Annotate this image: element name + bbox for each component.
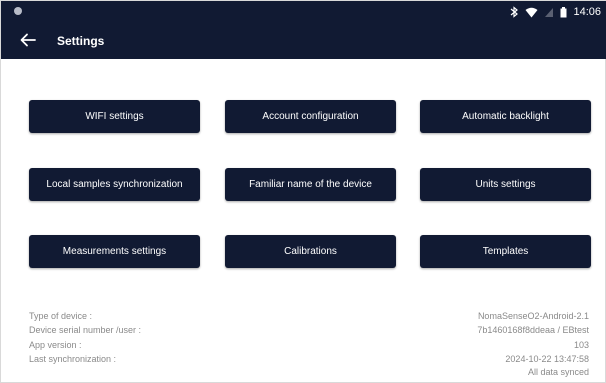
app-dot-icon bbox=[14, 7, 22, 15]
templates-button[interactable]: Templates bbox=[420, 235, 591, 268]
wifi-settings-button[interactable]: WIFI settings bbox=[29, 100, 200, 133]
button-label: Familiar name of the device bbox=[249, 179, 372, 190]
button-label: Calibrations bbox=[284, 246, 337, 257]
signal-icon bbox=[544, 7, 554, 18]
battery-icon bbox=[560, 6, 567, 18]
last-sync-label: Last synchronization : bbox=[29, 354, 117, 364]
calibrations-button[interactable]: Calibrations bbox=[225, 235, 396, 268]
local-samples-sync-button[interactable]: Local samples synchronization bbox=[29, 168, 200, 201]
button-label: Account configuration bbox=[262, 111, 359, 122]
app-version-value: 103 bbox=[573, 340, 589, 350]
clock: 14:06 bbox=[573, 6, 601, 18]
serial-label: Device serial number /user : bbox=[29, 325, 142, 335]
wifi-icon bbox=[525, 7, 538, 18]
arrow-left-icon bbox=[20, 33, 36, 47]
automatic-backlight-button[interactable]: Automatic backlight bbox=[420, 100, 591, 133]
account-configuration-button[interactable]: Account configuration bbox=[225, 100, 396, 133]
sync-status: All data synced bbox=[527, 367, 589, 377]
page-title: Settings bbox=[57, 34, 105, 48]
button-label: Templates bbox=[482, 246, 529, 257]
device-type-value: NomaSenseO2-Android-2.1 bbox=[477, 311, 589, 321]
settings-screen: 14:06 Settings WIFI settings Account con… bbox=[0, 0, 606, 383]
status-bar: 14:06 bbox=[1, 1, 606, 23]
status-icons: 14:06 bbox=[509, 4, 601, 20]
app-bar: Settings bbox=[1, 23, 606, 59]
button-label: Local samples synchronization bbox=[46, 179, 183, 190]
back-button[interactable] bbox=[17, 29, 39, 51]
app-version-label: App version : bbox=[29, 340, 82, 350]
last-sync-value: 2024-10-22 13:47:58 bbox=[505, 354, 589, 364]
button-label: Units settings bbox=[475, 179, 536, 190]
button-label: WIFI settings bbox=[85, 111, 144, 122]
bluetooth-icon bbox=[509, 6, 519, 18]
measurements-settings-button[interactable]: Measurements settings bbox=[29, 235, 200, 268]
units-settings-button[interactable]: Units settings bbox=[420, 168, 591, 201]
button-label: Automatic backlight bbox=[462, 111, 549, 122]
device-type-label: Type of device : bbox=[29, 311, 93, 321]
familiar-name-button[interactable]: Familiar name of the device bbox=[225, 168, 396, 201]
button-label: Measurements settings bbox=[62, 246, 167, 257]
serial-value: 7b1460168f8ddeaa / EBtest bbox=[477, 325, 589, 335]
